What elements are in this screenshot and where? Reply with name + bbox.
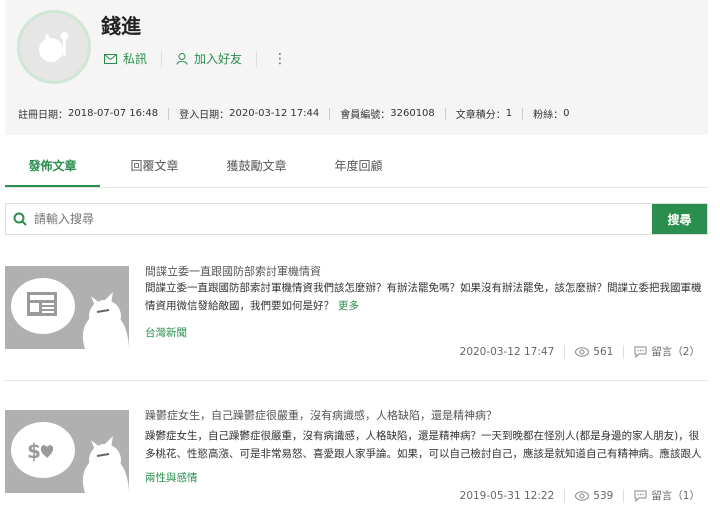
post-thumbnail[interactable]: $ [5,410,129,493]
tab-encouraged-articles[interactable]: 獲鼓勵文章 [209,148,304,187]
stat-value: 2020-03-12 17:44 [229,108,320,119]
stat-register-date: 註冊日期： 2018-07-07 16:48 [18,106,179,121]
stat-divider [168,107,170,120]
search-icon-wrap [6,204,34,234]
post-thumbnail[interactable] [5,266,129,349]
meta-divider [623,488,625,503]
profile-header: 錢進 私訊 加入好友 ⋮ 註冊日期： 2018-07-07 16:48 登入日期：… [5,0,708,135]
stat-value: 1 [505,108,513,119]
post-excerpt: 躁鬱症女生，自己躁鬱症很嚴重，沒有病識感，人格缺陷，還是精神病？一天到晚都在怪別… [145,427,705,463]
views-count: 561 [593,345,614,358]
username: 錢進 [101,14,141,38]
tab-annual-review[interactable]: 年度回顧 [311,148,406,187]
post-comments[interactable]: 留言（2） [634,344,700,359]
post-excerpt: 間諜立委一直跟國防部索討軍機情資我們該怎麼辦？有辦法罷免嗎？如果沒有辦法罷免，該… [145,279,705,315]
add-friend-button[interactable]: 加入好友 [176,50,242,67]
post-divider [5,380,708,381]
post-item[interactable]: $ 躁鬱症女生，自己躁鬱症很嚴重，沒有病識感，人格缺陷，還是精神病？ 躁鬱症女生… [5,407,708,520]
search-icon [13,212,27,226]
post-date: 2019-05-31 12:22 [459,489,555,502]
tab-published-articles[interactable]: 發佈文章 [5,148,100,187]
stat-value: 0 [563,108,570,119]
post-comments[interactable]: 留言（1） [634,488,700,503]
meta-divider [623,344,625,359]
post-title[interactable]: 間諜立委一直跟國防部索討軍機情資 [145,263,321,279]
profile-actions: 私訊 加入好友 ⋮ [104,50,287,67]
action-divider [161,50,163,67]
post-item[interactable]: 間諜立委一直跟國防部索討軍機情資 間諜立委一直跟國防部索討軍機情資我們該怎麼辦？… [5,263,708,376]
eye-icon [575,346,590,357]
eye-icon [575,490,590,501]
message-label: 私訊 [123,52,148,66]
stat-member-id: 會員編號： 3260108 [340,106,456,121]
comments-count: 留言（2） [651,346,700,358]
stat-fans: 粉絲： 0 [533,106,569,121]
post-board-link[interactable]: 台灣新聞 [145,325,187,340]
search-input[interactable] [34,204,652,234]
avatar[interactable] [17,10,91,84]
stat-divider [329,107,331,120]
action-divider [256,50,258,67]
meta-divider [564,344,566,359]
stat-label: 粉絲： [533,110,564,121]
svg-text:$: $ [27,439,41,463]
post-excerpt-text: 躁鬱症女生，自己躁鬱症很嚴重，沒有病識感，人格缺陷，還是精神病？一天到晚都在怪別… [145,430,702,460]
stat-divider [444,107,446,120]
stat-value: 3260108 [390,108,435,119]
comments-count: 留言（1） [651,490,700,502]
relationship-board-icon: $ [11,422,129,493]
post-title[interactable]: 躁鬱症女生，自己躁鬱症很嚴重，沒有病識感，人格缺陷，還是精神病？ [145,407,497,423]
read-more-link[interactable]: 更多 [338,300,359,312]
post-meta: 2019-05-31 12:22 539 留言（1） [460,488,700,503]
person-icon [176,52,188,65]
meta-divider [564,488,566,503]
stat-label: 文章積分： [455,110,506,121]
post-views: 539 [575,490,613,502]
post-meta: 2020-03-12 17:47 561 留言（2） [460,344,700,359]
stat-label: 會員編號： [340,110,391,121]
views-count: 539 [593,489,614,502]
profile-stats: 註冊日期： 2018-07-07 16:48 登入日期： 2020-03-12 17… [18,106,570,121]
stat-value: 2018-07-07 16:48 [68,108,159,119]
more-options-icon[interactable]: ⋮ [273,51,287,67]
stat-label: 登入日期： [179,110,230,121]
stat-divider [522,107,524,120]
add-friend-label: 加入好友 [194,52,243,66]
profile-tabs: 發佈文章 回覆文章 獲鼓勵文章 年度回顧 [5,148,708,188]
post-board-link[interactable]: 兩性與感情 [145,470,198,485]
message-button[interactable]: 私訊 [104,50,147,67]
user-silhouette-icon [39,32,69,62]
search-button[interactable]: 搜尋 [652,204,707,234]
news-board-icon [11,278,129,349]
search-bar: 搜尋 [5,203,708,235]
stat-label: 註冊日期： [18,110,68,121]
stat-article-points: 文章積分： 1 [456,106,533,121]
post-excerpt-text: 間諜立委一直跟國防部索討軍機情資我們該怎麼辦？有辦法罷免嗎？如果沒有辦法罷免，該… [145,282,702,312]
comment-icon [634,346,647,358]
comment-icon [634,490,647,502]
post-date: 2020-03-12 17:47 [459,345,555,358]
post-views: 561 [575,346,613,358]
stat-login-date: 登入日期： 2020-03-12 17:44 [179,106,340,121]
mail-icon [104,53,117,64]
tab-replies[interactable]: 回覆文章 [107,148,202,187]
